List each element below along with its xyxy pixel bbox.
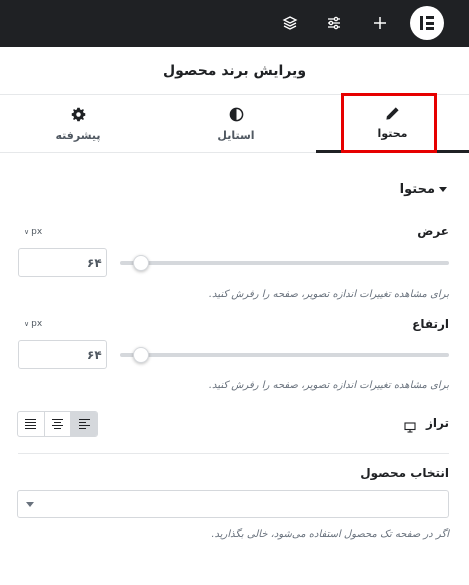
panel-tabs: پیشرفته استایل محتوا: [0, 95, 469, 153]
align-label: تراز: [426, 416, 449, 430]
align-center-icon: [52, 419, 63, 429]
panel-title: ویرایش برند محصول: [0, 47, 469, 95]
height-unit-selector[interactable]: ∨ px: [24, 319, 42, 329]
product-select[interactable]: [17, 490, 449, 518]
width-input[interactable]: ۶۴: [18, 248, 107, 277]
width-unit-selector[interactable]: ∨ px: [24, 227, 42, 237]
tab-content-label: محتوا: [377, 127, 408, 140]
height-slider-track[interactable]: [120, 353, 449, 357]
height-input[interactable]: ۶۴: [18, 340, 107, 369]
width-unit-label: px: [31, 227, 43, 237]
height-slider-thumb[interactable]: [133, 347, 149, 363]
desktop-icon[interactable]: [404, 418, 416, 437]
tab-advanced-label: پیشرفته: [55, 128, 101, 142]
half-circle-icon: [229, 107, 244, 123]
pencil-icon: [385, 105, 400, 121]
section-title: محتوا: [399, 182, 435, 197]
align-center-button[interactable]: [45, 412, 72, 436]
layers-icon[interactable]: [277, 10, 303, 36]
tab-advanced[interactable]: پیشرفته: [0, 95, 156, 153]
plus-icon[interactable]: [367, 10, 393, 36]
align-button-group: [17, 411, 98, 437]
align-left-icon: [78, 419, 90, 429]
height-unit-label: px: [31, 319, 43, 329]
height-description: برای مشاهده تغییرات اندازه تصویر، صفحه ر…: [208, 380, 449, 391]
elementor-logo[interactable]: [410, 6, 444, 40]
tab-style[interactable]: استایل: [156, 95, 316, 153]
product-select-label: انتخاب محصول: [360, 466, 449, 480]
chevron-down-icon: ∨: [24, 320, 30, 328]
tab-style-label: استایل: [217, 128, 255, 142]
align-left-button[interactable]: [71, 412, 97, 436]
align-justify-icon: [25, 419, 37, 429]
divider: [18, 453, 449, 454]
section-header-content[interactable]: محتوا: [400, 182, 447, 197]
chevron-down-icon: ∨: [24, 228, 30, 236]
width-label: عرض: [417, 224, 449, 238]
product-select-description: اگر در صفحه تک محصول استفاده می‌شود، خال…: [211, 529, 449, 540]
align-justify-button[interactable]: [18, 412, 45, 436]
caret-down-icon: [439, 187, 447, 192]
width-slider-track[interactable]: [120, 261, 449, 265]
width-slider-thumb[interactable]: [133, 255, 149, 271]
tab-content[interactable]: محتوا: [316, 95, 469, 153]
gear-icon: [71, 107, 86, 123]
editor-topbar: [0, 0, 469, 47]
caret-down-icon: [26, 502, 34, 507]
height-label: ارتفاع: [412, 317, 449, 331]
width-description: برای مشاهده تغییرات اندازه تصویر، صفحه ر…: [208, 289, 449, 300]
sliders-icon[interactable]: [321, 10, 347, 36]
